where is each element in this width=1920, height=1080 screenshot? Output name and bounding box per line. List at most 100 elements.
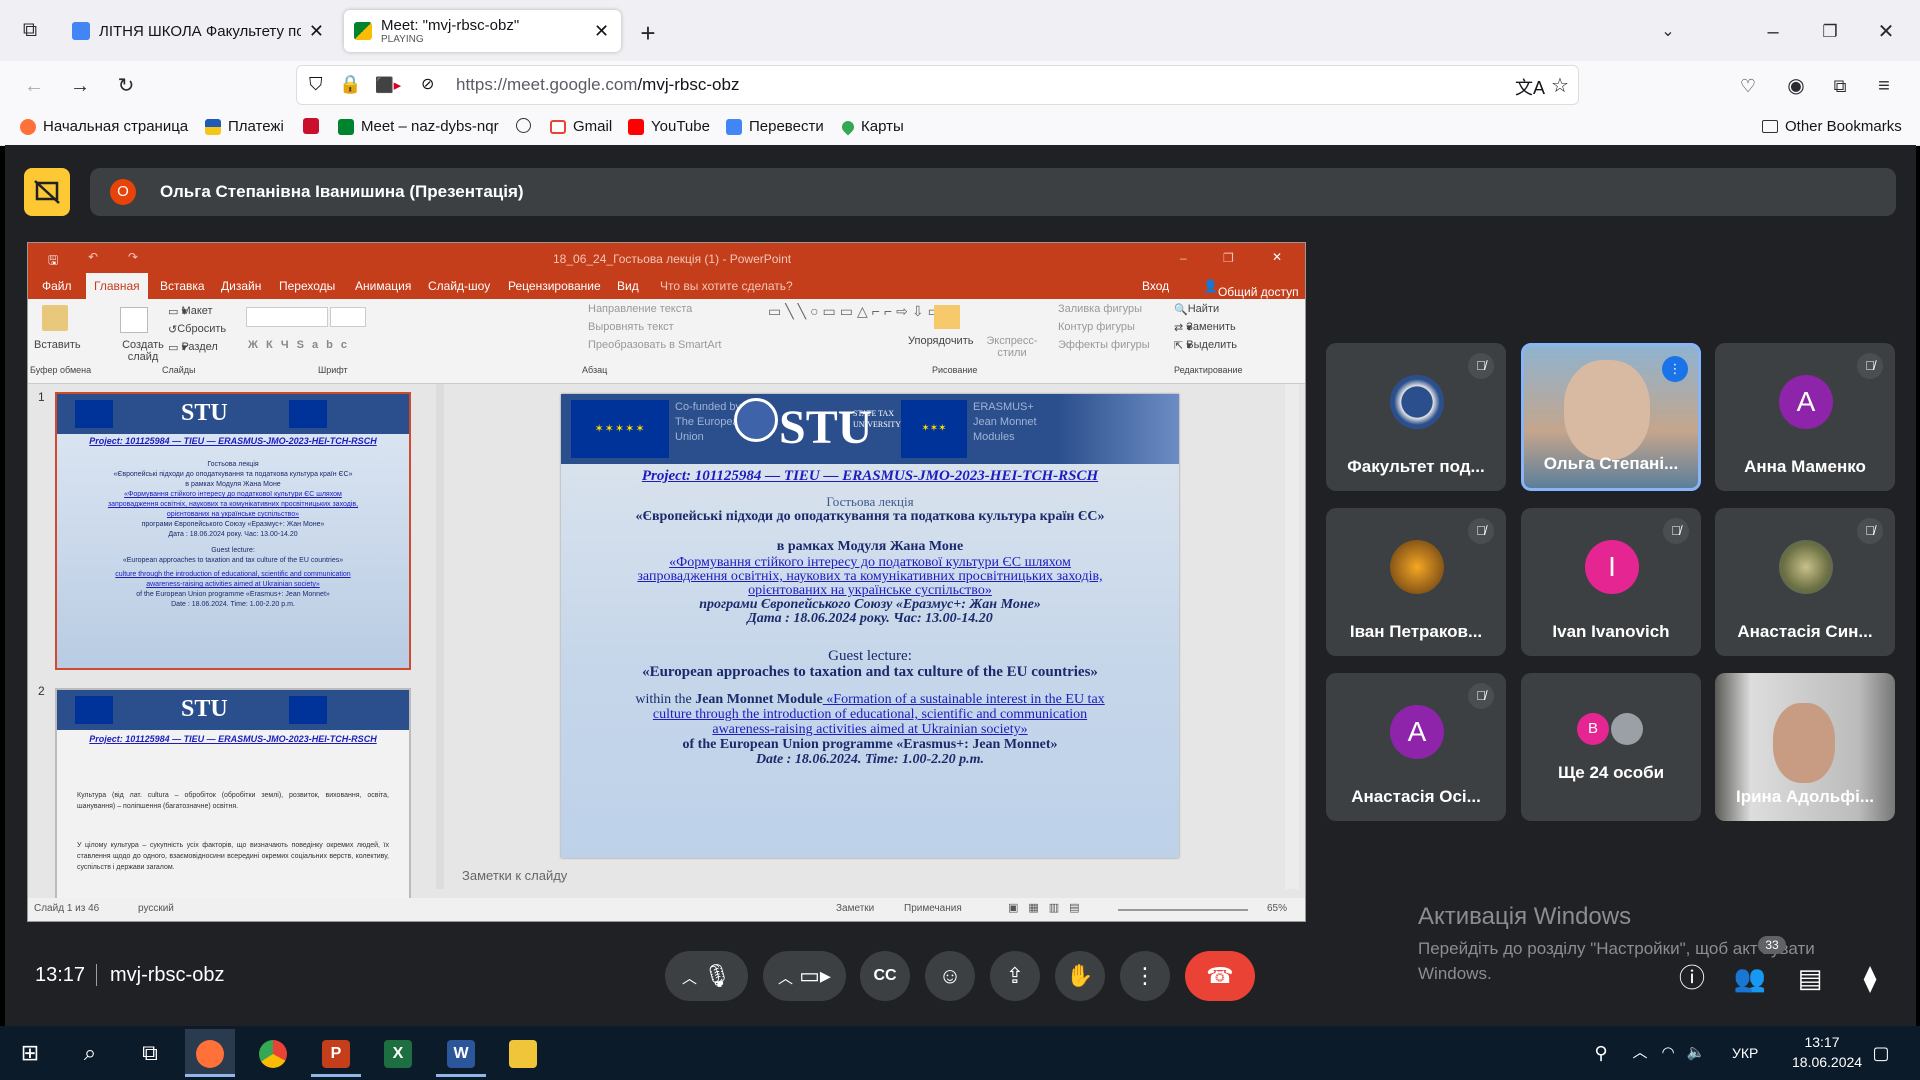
close-tab-icon[interactable]: ✕ [309, 21, 324, 42]
notifications-icon[interactable]: ▢ [1856, 1029, 1906, 1077]
status-comments[interactable]: Примечания [904, 903, 962, 914]
new-tab-button[interactable]: + [630, 15, 666, 51]
presentation-icon[interactable] [24, 168, 70, 216]
participant-tile-speaking[interactable]: ⋮ Ольга Степані... [1521, 343, 1701, 491]
undo-icon[interactable]: ↶ [88, 250, 98, 264]
account-icon[interactable]: ◉ [1778, 68, 1814, 104]
restore-icon[interactable]: ❐ [1812, 14, 1848, 50]
menu-review[interactable]: Рецензирование [508, 279, 601, 293]
tell-me-search[interactable]: Что вы хотите сделать? [660, 279, 793, 293]
participant-tile-video[interactable]: Ірина Адольфі... [1715, 673, 1895, 821]
captions-button[interactable]: CC [860, 951, 910, 1001]
sign-in-link[interactable]: Вход [1142, 279, 1169, 293]
select-button[interactable]: ⇱ Выделить ▾ [1174, 339, 1237, 352]
pocket-icon[interactable]: ♡ [1730, 68, 1766, 104]
camera-control[interactable]: ︿ ▭▸ [763, 951, 846, 1001]
redo-icon[interactable]: ↷ [128, 250, 138, 264]
menu-design[interactable]: Дизайн [221, 279, 261, 293]
people-icon[interactable]: 👥 [1732, 960, 1768, 996]
language-indicator[interactable]: УКР [1732, 1045, 1758, 1061]
menu-home[interactable]: Главная [86, 273, 148, 299]
close-tab-icon[interactable]: ✕ [594, 21, 609, 42]
font-size-select[interactable] [330, 307, 366, 327]
reload-icon[interactable]: ↻ [108, 68, 144, 104]
font-format-buttons[interactable]: ЖКЧSabc [248, 339, 355, 351]
tab-school[interactable]: ЛІТНЯ ШКОЛА Факультету под ✕ [62, 10, 334, 52]
reactions-button[interactable]: ☺ [925, 951, 975, 1001]
mic-icon[interactable]: 🎙 [703, 963, 731, 988]
menu-insert[interactable]: Вставка [160, 279, 205, 293]
shapes-gallery[interactable]: ▭╲╲○▭▭△⌐⌐⇨⇩▭☆ [768, 303, 957, 355]
status-language[interactable]: русский [138, 903, 174, 914]
arrange-icon[interactable] [934, 305, 960, 329]
text-direction-button[interactable]: Направление текста [588, 303, 692, 315]
bookmark-translate[interactable]: Перевести [726, 118, 824, 135]
tab-list-icon[interactable]: ⧉ [12, 12, 48, 48]
shape-outline-button[interactable]: Контур фигуры [1058, 321, 1135, 333]
taskbar-excel[interactable]: X [373, 1029, 423, 1077]
taskbar-word[interactable]: W [436, 1029, 486, 1077]
participant-tile[interactable]: А 🎙̸ Анна Маменко [1715, 343, 1895, 491]
slide-thumb-1[interactable]: STU Project: 101125984 — TIEU — ERASMUS-… [55, 392, 411, 670]
participant-tile[interactable]: I 🎙̸ Ivan Ivanovich [1521, 508, 1701, 656]
present-button[interactable]: ⇪ [990, 951, 1040, 1001]
participant-tile[interactable]: 🎙̸ Факультет под... [1326, 343, 1506, 491]
arrange-button[interactable]: Упорядочить [908, 335, 973, 347]
start-windows-icon[interactable]: ⊞ [5, 1029, 55, 1077]
more-options-button[interactable]: ⋮ [1120, 951, 1170, 1001]
thumbs-scrollbar[interactable] [436, 384, 444, 889]
font-name-select[interactable] [246, 307, 328, 327]
list-all-tabs-icon[interactable]: ⌄ [1650, 14, 1686, 50]
forward-icon[interactable]: → [62, 68, 98, 104]
autoplay-icon[interactable]: ⊘ [421, 74, 434, 94]
ppt-close-icon[interactable]: ✕ [1272, 250, 1282, 264]
minimize-icon[interactable]: – [1755, 14, 1791, 50]
url-bar[interactable]: ⛉ 🔒 ⬛▸ ⊘ https://meet.google.com/mvj-rbs… [296, 65, 1579, 105]
back-icon[interactable]: ← [16, 68, 52, 104]
new-slide-icon[interactable] [120, 307, 148, 333]
menu-file[interactable]: Файл [42, 279, 72, 293]
section-button[interactable]: ▭ Раздел ▾ [168, 341, 218, 354]
taskbar-explorer[interactable] [498, 1029, 548, 1077]
bookmark-home[interactable]: Начальная страница [20, 118, 188, 135]
layout-button[interactable]: ▭ Макет ▾ [168, 305, 213, 318]
more-participants-tile[interactable]: В Ще 24 особи [1521, 673, 1701, 821]
tracking-shield-icon[interactable]: ⛉ [309, 74, 323, 95]
status-notes[interactable]: Заметки [836, 903, 874, 914]
chevron-up-icon[interactable]: ︿ [778, 970, 793, 987]
show-hidden-icons[interactable]: ︿ [1626, 1029, 1654, 1077]
quick-styles-button[interactable]: Экспресс-стили [984, 335, 1040, 359]
other-bookmarks[interactable]: Other Bookmarks [1762, 118, 1902, 135]
bookmark-meet[interactable]: Meet – naz-dybs-nqr [338, 118, 499, 135]
paste-button[interactable]: Вставить [34, 339, 81, 351]
extensions-icon[interactable]: ⧉ [1822, 68, 1858, 104]
menu-view[interactable]: Вид [617, 279, 639, 293]
bookmark-payments[interactable]: Платежі [205, 118, 284, 135]
chat-icon[interactable]: ▤ [1792, 960, 1828, 996]
menu-slideshow[interactable]: Слайд-шоу [428, 279, 490, 293]
bookmark-maps[interactable]: Карты [839, 118, 904, 135]
lock-icon[interactable]: 🔒 [339, 74, 361, 95]
chevron-up-icon[interactable]: ︿ [682, 970, 697, 987]
slide-thumb-2[interactable]: STU Project: 101125984 — TIEU — ERASMUS-… [55, 688, 411, 908]
taskbar-firefox[interactable] [185, 1029, 235, 1077]
menu-transitions[interactable]: Переходы [279, 279, 335, 293]
zoom-level[interactable]: 65% [1267, 903, 1287, 914]
microphone-control[interactable]: ︿ 🎙 [665, 951, 748, 1001]
menu-icon[interactable]: ≡ [1866, 68, 1902, 104]
align-text-button[interactable]: Выровнять текст [588, 321, 674, 333]
replace-button[interactable]: ⇄ Заменить ▾ [1174, 321, 1236, 334]
notes-placeholder[interactable]: Заметки к слайду [462, 868, 567, 883]
network-icon[interactable]: ◠ [1654, 1029, 1682, 1077]
shape-fill-button[interactable]: Заливка фигуры [1058, 303, 1142, 315]
camera-permission-icon[interactable]: ⬛▸ [375, 76, 401, 94]
participant-tile[interactable]: А 🎙̸ Анастасія Осі... [1326, 673, 1506, 821]
participant-tile[interactable]: 🎙̸ Анастасія Син... [1715, 508, 1895, 656]
view-buttons[interactable]: ▣▦▥▤ [1008, 901, 1090, 914]
zoom-slider[interactable] [1118, 909, 1248, 911]
volume-icon[interactable]: 🔈 [1682, 1029, 1710, 1077]
find-button[interactable]: 🔍 Найти [1174, 303, 1219, 316]
share-button[interactable]: 👤 Общий доступ [1203, 279, 1299, 299]
close-window-icon[interactable]: ✕ [1868, 14, 1904, 50]
translate-icon[interactable]: 文A [1515, 74, 1545, 100]
